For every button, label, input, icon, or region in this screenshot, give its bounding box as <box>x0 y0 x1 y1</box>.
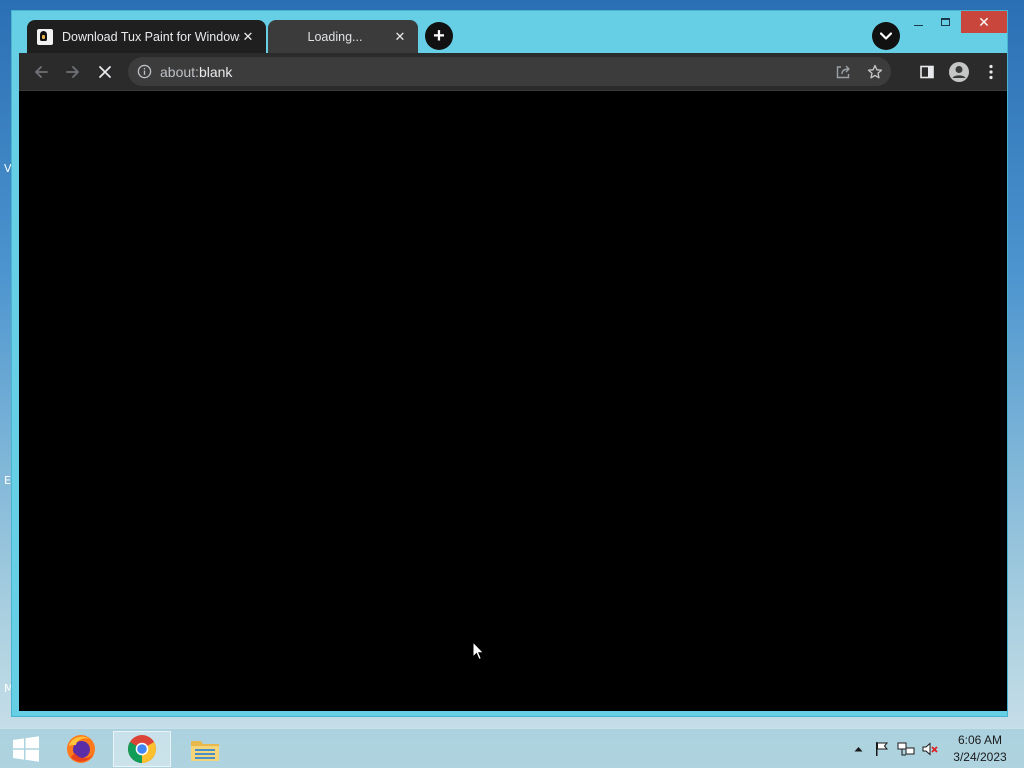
stop-icon <box>99 65 111 78</box>
address-host: blank <box>198 63 233 80</box>
chevron-down-icon <box>880 32 892 40</box>
show-hidden-icons-button[interactable] <box>846 729 870 768</box>
profile-icon <box>949 61 969 82</box>
tab-download-tux-paint[interactable]: Download Tux Paint for Windows ✕ <box>27 20 266 53</box>
browser-window: ✕ Download Tux Paint for Windows ✕ Loadi… <box>11 10 1008 717</box>
address-scheme: about: <box>160 63 199 80</box>
action-center-flag-icon <box>876 742 889 756</box>
address-bar[interactable]: about:blank <box>128 57 891 86</box>
page-viewport[interactable] <box>19 90 1007 711</box>
site-info-icon[interactable] <box>137 64 152 79</box>
browser-menu-button[interactable] <box>975 56 1007 88</box>
browser-toolbar: about:blank <box>19 53 1007 90</box>
volume-muted-icon <box>922 742 938 756</box>
taskbar-firefox[interactable] <box>52 731 110 767</box>
side-panel-icon <box>920 65 934 78</box>
show-hidden-icons-icon <box>854 747 862 752</box>
taskbar: 6:06 AM 3/24/2023 <box>0 728 1024 768</box>
taskbar-file-explorer[interactable] <box>176 731 234 767</box>
desktop-icon-label-fragment: E <box>4 474 11 487</box>
tab-title: Download Tux Paint for Windows <box>62 29 240 44</box>
mouse-cursor-icon <box>472 641 485 661</box>
profile-button[interactable] <box>943 56 975 88</box>
tab-search-button[interactable] <box>872 22 900 50</box>
forward-button[interactable] <box>57 56 89 88</box>
back-button[interactable] <box>25 56 57 88</box>
volume-button[interactable] <box>918 729 942 768</box>
tab-close-icon[interactable]: ✕ <box>240 29 256 45</box>
chrome-icon <box>128 735 156 763</box>
stop-loading-button[interactable] <box>89 56 121 88</box>
action-center-button[interactable] <box>870 729 894 768</box>
network-button[interactable] <box>894 729 918 768</box>
address-bar-actions <box>827 57 891 86</box>
taskbar-clock[interactable]: 6:06 AM 3/24/2023 <box>948 732 1012 766</box>
start-button[interactable] <box>6 733 46 765</box>
tab-close-icon[interactable]: ✕ <box>392 29 408 45</box>
bookmark-button[interactable] <box>859 56 891 88</box>
taskbar-chrome[interactable] <box>113 731 171 767</box>
tab-loading[interactable]: Loading... ✕ <box>268 20 418 53</box>
network-icon <box>897 742 915 756</box>
file-explorer-icon <box>191 741 219 761</box>
clock-date: 3/24/2023 <box>953 750 1007 764</box>
forward-icon <box>66 65 79 78</box>
firefox-icon <box>67 735 95 763</box>
back-icon <box>35 65 48 78</box>
share-button[interactable] <box>827 56 859 88</box>
side-panel-button[interactable] <box>911 56 943 88</box>
tab-strip: Download Tux Paint for Windows ✕ Loading… <box>27 20 987 53</box>
toolbar-right-actions <box>911 53 1007 90</box>
menu-icon <box>989 64 993 79</box>
share-icon <box>836 65 850 78</box>
address-text[interactable]: about:blank <box>160 64 232 80</box>
tab-title: Loading... <box>307 29 363 44</box>
bookmark-star-icon <box>867 64 883 78</box>
windows-logo-icon <box>13 736 39 762</box>
clock-time: 6:06 AM <box>957 733 1003 747</box>
tux-paint-favicon-icon <box>37 28 53 45</box>
system-tray: 6:06 AM 3/24/2023 <box>846 729 1024 768</box>
new-tab-button[interactable]: + <box>425 22 453 50</box>
